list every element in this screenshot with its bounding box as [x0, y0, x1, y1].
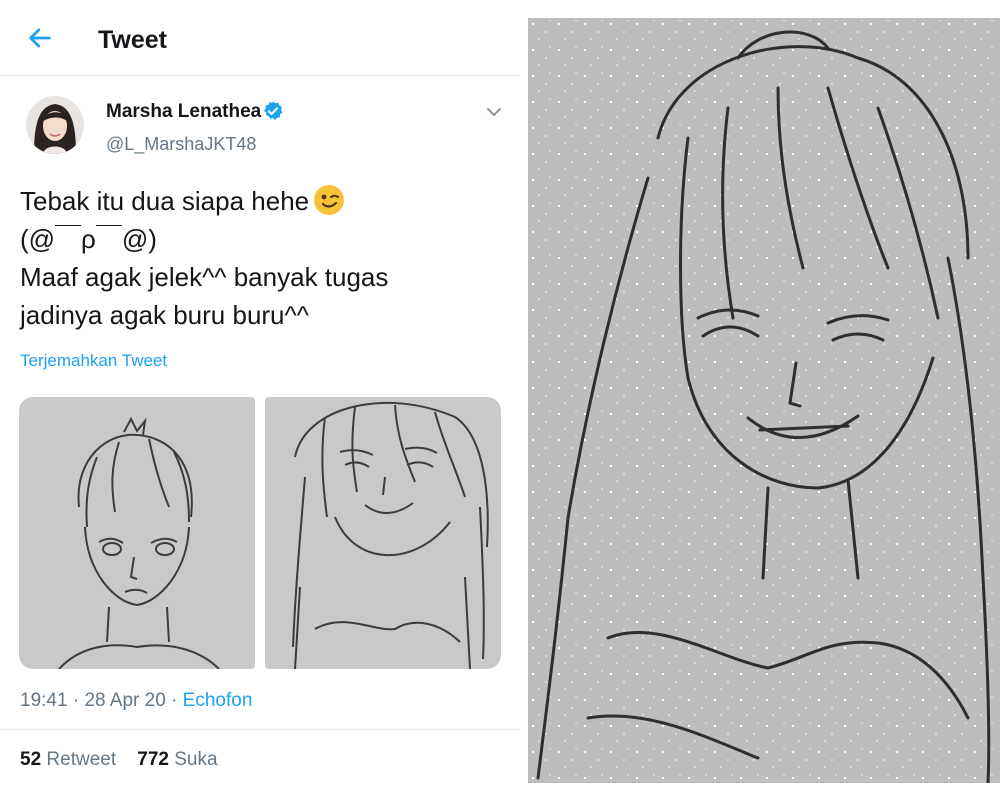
tweet-text-rest: (@￣ρ￣@) Maaf agak jelek^^ banyak tugas j… [20, 224, 389, 330]
likes-count: 772 [137, 749, 169, 770]
sketch-girl-image [265, 397, 501, 669]
page-title: Tweet [98, 26, 167, 54]
tweet-text: Tebak itu dua siapa hehe (@￣ρ￣@) Maaf ag… [20, 182, 500, 334]
tweet-time: 19:41 [20, 690, 68, 711]
chevron-down-icon[interactable] [484, 102, 504, 122]
translate-link[interactable]: Terjemahkan Tweet [20, 351, 167, 371]
retweets-stat[interactable]: 52 Retweet [20, 749, 116, 770]
retweets-label: Retweet [46, 749, 117, 770]
sketch-girl-large [528, 18, 1000, 783]
top-bar: Tweet [0, 0, 520, 76]
avatar[interactable] [26, 96, 84, 154]
tweet-source-link[interactable]: Echofon [183, 690, 253, 711]
tweet-media-1[interactable] [19, 397, 255, 669]
tweet-text-line1: Tebak itu dua siapa hehe [20, 186, 310, 216]
author-name[interactable]: Marsha Lenathea [106, 101, 261, 123]
tweet-stats: 52 Retweet 772 Suka [20, 749, 218, 771]
tweet-meta: 19:41 · 28 Apr 20 · Echofon [20, 690, 252, 712]
meta-separator: · [72, 690, 80, 711]
tweet-media-2[interactable] [265, 397, 501, 669]
divider [0, 729, 520, 730]
verified-badge-icon [263, 101, 283, 121]
likes-stat[interactable]: 772 Suka [137, 749, 217, 770]
retweets-count: 52 [20, 749, 42, 770]
back-arrow-icon[interactable] [26, 24, 54, 52]
tweet-date: 28 Apr 20 [84, 690, 166, 711]
tweet-column: Tweet Marsha Lenathea @L_MarshaJKT48 Teb… [0, 0, 520, 800]
author-handle[interactable]: @L_MarshaJKT48 [106, 134, 256, 155]
winking-face-emoji [314, 185, 345, 215]
likes-label: Suka [174, 749, 218, 770]
sketch-boy-image [19, 397, 255, 669]
large-sketch-image [528, 18, 1000, 783]
divider [0, 75, 520, 76]
meta-separator: · [171, 690, 178, 711]
